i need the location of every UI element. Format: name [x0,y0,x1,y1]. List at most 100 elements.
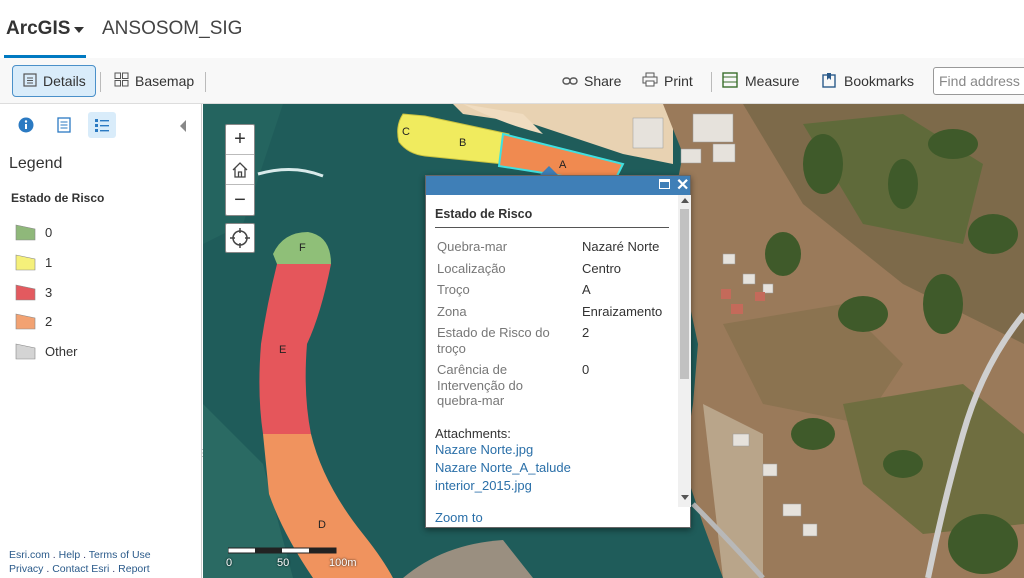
panel-resize-handle[interactable]: ⋮ [198,448,208,459]
attribute-value: 0 [582,362,590,377]
legend-item-label: 3 [45,284,53,300]
content-icon [57,117,71,133]
attribute-value: Centro [582,260,622,276]
measure-icon [722,71,739,91]
footer-link[interactable]: Esri.com [9,549,50,561]
zoom-controls: + − [225,124,255,216]
segment-label: D [318,519,326,531]
legend-swatch [15,284,36,300]
scale-label: 100m [329,557,357,569]
attribute-value: 2 [582,325,590,340]
attribute-key: Carência de Intervenção do quebra-mar [437,362,524,408]
attribute-row: Zona Enraizamento [435,301,669,323]
locate-button[interactable] [225,223,255,253]
sidebar-panel: Legend Estado de Risco 0 1 3 2 Other ⋮ E… [0,104,208,578]
legend-item-label: 0 [45,224,53,240]
print-label: Print [664,73,693,89]
legend-layer-title: Estado de Risco [11,191,105,205]
footer-link[interactable]: Terms of Use [89,549,151,561]
segment-label: A [559,159,567,171]
measure-button[interactable]: Measure [722,65,799,97]
info-icon [18,117,34,133]
bookmark-icon [822,72,838,91]
details-button[interactable]: Details [12,65,96,97]
attribute-value: Enraizamento [582,303,663,319]
segment-label: C [402,126,410,138]
scroll-down-icon[interactable] [681,495,689,500]
basemap-label: Basemap [135,73,195,89]
print-button[interactable]: Print [642,65,693,97]
app-title: ANSOSOM_SIG [102,18,243,39]
tab-legend[interactable] [88,112,116,138]
arcgis-menu[interactable]: ArcGIS [6,18,70,40]
footer-links: Esri.com . Help . Terms of Use Privacy .… [9,549,151,575]
legend-item: 3 [15,282,52,302]
legend-item: 0 [15,222,52,242]
home-button[interactable] [226,155,254,185]
bookmarks-label: Bookmarks [844,73,915,89]
toolbar-divider [100,72,101,92]
details-icon [23,72,37,90]
collapse-panel-icon[interactable] [180,120,186,132]
details-label: Details [43,73,86,89]
attribute-row: Carência de Intervenção do quebra-mar 0 [435,359,669,412]
measure-label: Measure [745,73,800,89]
toolbar: Details Basemap Share Print Measure Book… [0,58,1024,104]
attribute-value: A [582,282,591,297]
attachment-link[interactable]: Nazare Norte_A_talude interior_2015.jpg [435,459,595,495]
home-icon [232,161,248,178]
legend-item-label: Other [45,343,78,359]
legend-item-label: 2 [45,313,53,329]
popup-scrollbar[interactable] [678,195,691,507]
scale-label: 50 [277,557,290,569]
share-button[interactable]: Share [562,65,621,97]
caret-down-icon[interactable] [74,27,84,33]
attribute-row: Estado de Risco do troço 2 [435,322,669,359]
legend-item: 1 [15,252,52,272]
popup-body: Estado de Risco Quebra-mar Nazaré Norte … [426,195,678,527]
search-input[interactable] [933,67,1024,95]
attachments-label: Attachments: [435,425,511,441]
toolbar-divider [205,72,206,92]
footer-link[interactable]: Privacy [9,563,43,575]
zoom-to-link[interactable]: Zoom to [435,510,483,525]
legend-swatch [15,313,36,329]
footer-link[interactable]: Report [118,563,150,575]
segment-label: F [299,242,306,254]
close-icon[interactable]: ✕ [676,175,689,195]
attribute-row: Troço A [435,279,669,301]
attribute-key: Troço [437,282,470,297]
footer-link[interactable]: Contact Esri [52,563,109,575]
maximize-icon[interactable] [659,179,670,189]
bookmarks-button[interactable]: Bookmarks [822,65,914,97]
tab-about[interactable] [12,112,40,138]
legend-swatch [15,254,36,270]
popup-header: ✕ [426,176,690,195]
zoom-out-button[interactable]: − [226,185,254,215]
attribute-row: Quebra-mar Nazaré Norte [435,236,669,258]
footer-link[interactable]: Help [59,549,81,561]
attribute-row: Localização Centro [435,258,669,280]
feature-popup: ✕ Estado de Risco Quebra-mar Nazaré Nort… [425,175,691,528]
attribute-key: Estado de Risco do troço [437,325,550,356]
tab-content[interactable] [50,112,78,138]
legend-title: Legend [9,155,63,172]
attribute-value: Nazaré Norte [582,239,660,254]
top-bar: ArcGIS ANSOSOM_SIG [0,0,1024,58]
attribute-key: Zona [437,303,467,319]
crosshair-icon [230,228,250,248]
zoom-in-button[interactable]: + [226,125,254,155]
basemap-icon [114,72,129,90]
basemap-button[interactable]: Basemap [114,65,194,97]
link-icon [562,73,578,89]
scroll-up-icon[interactable] [681,198,689,203]
scroll-thumb[interactable] [680,209,689,379]
legend-swatch [15,343,36,359]
legend-swatch [15,224,36,240]
share-label: Share [584,73,622,89]
attachment-link[interactable]: Nazare Norte.jpg [435,441,669,459]
popup-title: Estado de Risco [435,207,669,228]
printer-icon [642,72,658,90]
legend-item-label: 1 [45,254,53,270]
scale-label: 0 [226,557,233,569]
